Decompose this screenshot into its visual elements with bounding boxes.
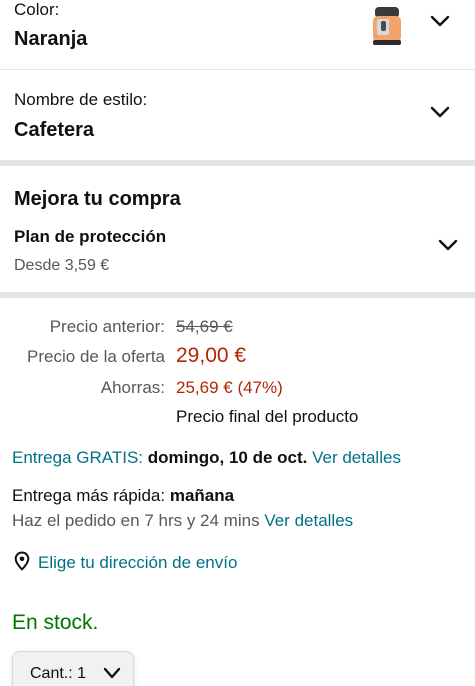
chevron-down-icon[interactable] [430,14,450,28]
quantity-value: 1 [77,665,87,682]
stock-status: En stock. [12,611,99,634]
protection-plan-section[interactable]: Mejora tu compra Plan de protección Desd… [0,166,475,292]
coffee-machine-thumbnail[interactable] [368,4,406,48]
savings-value: 25,69 € (47%) [176,378,283,397]
section-divider [0,292,475,298]
choose-address-label: Elige tu dirección de envío [38,553,238,572]
fast-delivery-date: mañana [169,486,235,505]
location-pin-icon [12,551,32,576]
style-selector[interactable]: Nombre de estilo: Cafetera [0,72,475,160]
fast-delivery-line: Entrega más rápida: mañana [12,486,234,506]
deal-price-label: Precio de la oferta [27,347,165,366]
quantity-label: Cant.: 1 [30,665,86,683]
style-value: Cafetera [14,119,95,141]
chevron-down-icon[interactable] [438,238,458,252]
color-selector[interactable]: Color: Naranja [0,0,475,70]
color-value: Naranja [14,28,88,50]
free-delivery-label: Entrega GRATIS: [12,448,144,467]
free-delivery-date: domingo, 10 de oct. [147,448,308,467]
protection-plan-name: Plan de protección [14,227,167,246]
free-delivery-line: Entrega GRATIS: domingo, 10 de oct. Ver … [12,448,401,468]
color-label: Color: [14,0,60,19]
final-price-note: Precio final del producto [176,407,359,426]
deal-price-value: 29,00 € [176,344,247,367]
choose-address-link[interactable]: Elige tu dirección de envío [12,551,237,576]
free-delivery-details-link[interactable]: Ver detalles [312,448,401,467]
list-price-label: Precio anterior: [49,317,165,336]
fast-delivery-label: Entrega más rápida: [12,486,166,505]
chevron-down-icon[interactable] [430,105,450,119]
fast-delivery-details-link[interactable]: Ver detalles [264,511,353,530]
upsell-title: Mejora tu compra [14,188,181,210]
final-price-note-row: Precio final del producto [0,407,475,431]
list-price-row: Precio anterior: 54,69 € [0,317,475,341]
savings-label: Ahorras: [100,378,165,397]
order-within-line: Haz el pedido en 7 hrs y 24 mins Ver det… [12,511,353,531]
quantity-dropdown[interactable]: Cant.: 1 [12,651,134,686]
style-label: Nombre de estilo: [14,90,148,109]
protection-plan-price: Desde 3,59 € [14,257,110,274]
list-price-value: 54,69 € [176,317,233,336]
deal-price-row: Precio de la oferta 29,00 € [0,344,475,372]
order-within-text: Haz el pedido en 7 hrs y 24 mins [12,511,260,530]
chevron-down-icon [103,667,121,685]
savings-row: Ahorras: 25,69 € (47%) [0,378,475,402]
quantity-label-text: Cant.: [30,665,73,682]
